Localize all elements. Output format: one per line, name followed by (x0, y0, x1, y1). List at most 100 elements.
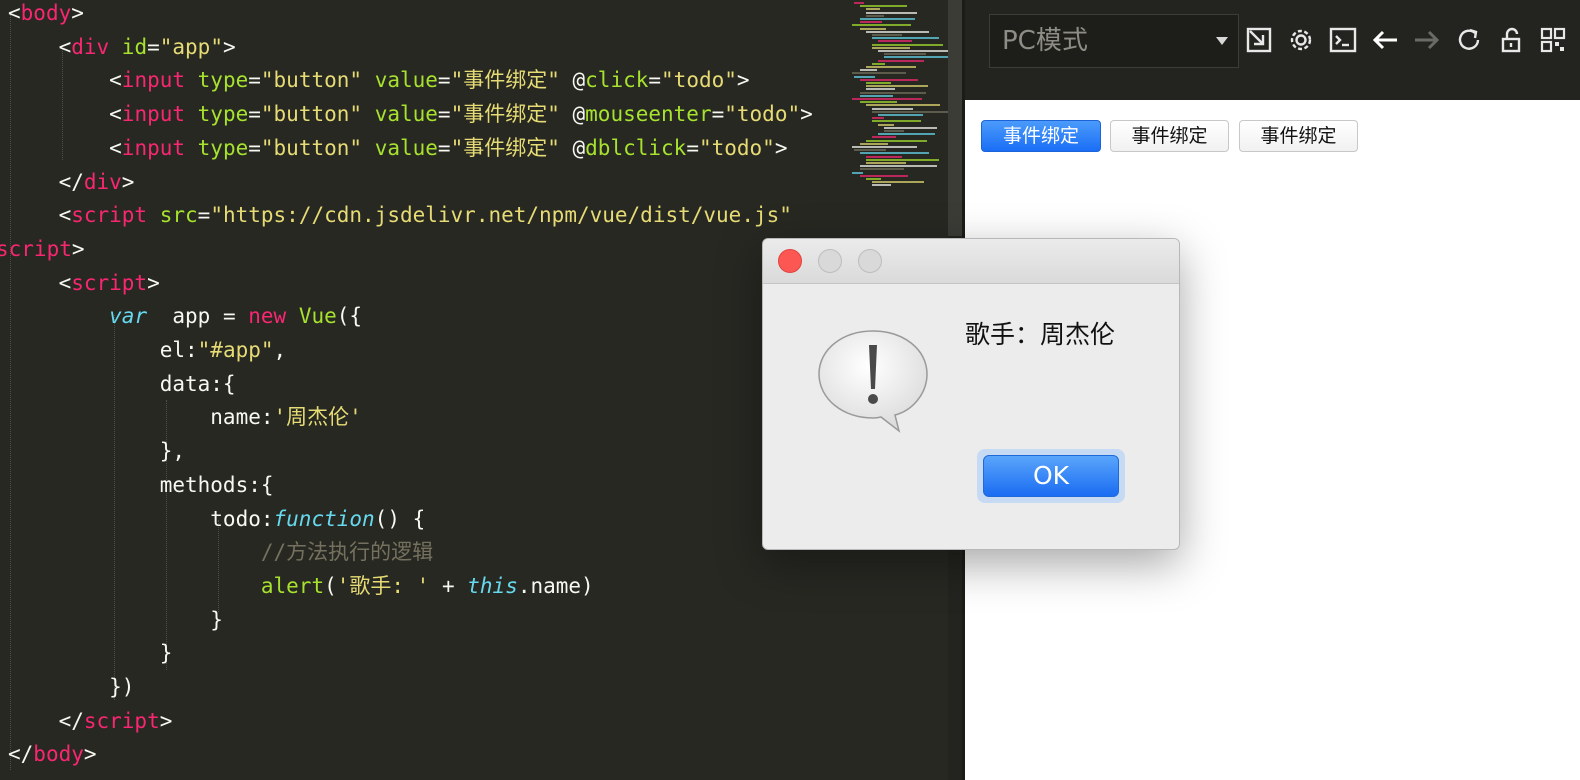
code-token: < (8, 135, 122, 160)
minimap-line (878, 59, 924, 62)
minimap-line (872, 110, 948, 113)
minimap-line (860, 21, 882, 24)
minimap-line (878, 123, 894, 126)
code-token: "todo" (724, 102, 801, 127)
code-token: = (437, 68, 451, 93)
event-button-click[interactable]: 事件绑定 (981, 120, 1101, 152)
code-line: <input type="button" value="事件绑定" @dblcl… (8, 131, 787, 165)
minimap-line (854, 2, 864, 4)
alert-dialog: 歌手：周杰伦 OK (762, 238, 1180, 550)
minimap-line (872, 46, 910, 49)
code-token: = (248, 68, 261, 93)
code-token: src (147, 203, 198, 228)
code-line: </div> (8, 165, 135, 199)
code-line: </body> (8, 737, 97, 771)
code-token: "#app" (197, 338, 274, 362)
code-line: methods:{ (8, 468, 274, 502)
minimap-line (860, 152, 929, 155)
minimap-line (866, 11, 917, 14)
code-token: input (121, 68, 186, 93)
code-token: @ (559, 135, 586, 160)
code-token: > (71, 236, 85, 261)
minimap-line (866, 8, 880, 11)
code-token: "https://cdn.jsdelivr.net/npm/vue/dist/v… (210, 203, 792, 228)
code-token: < (8, 102, 122, 127)
minimap[interactable] (848, 0, 948, 200)
code-token: value (362, 135, 438, 160)
dialog-titlebar[interactable] (763, 239, 1179, 284)
minimap-line (852, 146, 917, 148)
code-token: script (71, 203, 148, 228)
code-token: </ (8, 742, 34, 767)
code-token: @ (559, 102, 586, 127)
close-button[interactable] (778, 249, 802, 273)
code-token: } (8, 607, 223, 632)
code-token: div (71, 34, 110, 59)
code-token: name: (8, 405, 274, 430)
ok-button[interactable]: OK (983, 455, 1119, 497)
minimap-line (872, 34, 902, 36)
code-token: > (736, 68, 750, 93)
back-arrow-icon[interactable] (1369, 24, 1401, 56)
minimap-line (852, 171, 863, 174)
minimize-button[interactable] (818, 249, 842, 273)
code-line: <script src="https://cdn.jsdelivr.net/np… (8, 198, 792, 232)
code-token: .name) (517, 573, 594, 598)
code-token: body (20, 1, 72, 25)
code-token: script (0, 236, 72, 261)
minimap-line (866, 158, 939, 161)
minimap-line (872, 136, 896, 139)
code-token: = (686, 135, 699, 160)
code-token: data:{ (8, 371, 236, 396)
code-token: input (121, 102, 186, 127)
code-token: < (8, 203, 72, 228)
minimap-line (860, 78, 918, 81)
event-button-mouseenter[interactable]: 事件绑定 (1110, 120, 1229, 152)
code-line: }) (8, 670, 134, 704)
code-token: app = (147, 304, 249, 329)
minimap-line (854, 149, 886, 152)
code-token: = (437, 135, 451, 160)
alert-icon (815, 327, 931, 435)
minimap-line (866, 30, 929, 33)
event-button-dblclick[interactable]: 事件绑定 (1239, 120, 1358, 152)
chevron-down-icon (1216, 37, 1228, 45)
minimap-line (872, 117, 884, 120)
code-line: todo:function() { (8, 502, 425, 536)
forward-arrow-icon[interactable] (1411, 24, 1443, 56)
code-token: methods:{ (8, 472, 274, 497)
unlock-icon[interactable] (1495, 24, 1527, 56)
dialog-message: 歌手：周杰伦 (965, 320, 1116, 349)
maximize-button[interactable] (858, 249, 882, 273)
minimap-line (866, 66, 916, 68)
code-line: }, (8, 434, 185, 468)
mode-select[interactable]: PC模式 (989, 14, 1239, 68)
code-token: body (33, 742, 84, 767)
code-token: < (8, 270, 72, 295)
code-token: mouseenter (585, 102, 712, 127)
code-token: </ (8, 169, 84, 194)
code-line: el:"#app", (8, 333, 286, 367)
minimap-line (860, 168, 904, 171)
code-token: = (437, 102, 451, 127)
terminal-icon[interactable] (1327, 24, 1359, 56)
minimap-line (872, 184, 891, 187)
resize-icon[interactable] (1243, 24, 1275, 56)
code-line: </script> (8, 704, 173, 738)
minimap-line (878, 114, 923, 116)
editor-scrollbar-thumb[interactable] (948, 0, 962, 236)
minimap-line (884, 56, 948, 59)
qr-code-icon[interactable] (1537, 24, 1569, 56)
code-token: }) (8, 675, 135, 699)
refresh-icon[interactable] (1453, 24, 1485, 56)
gear-icon[interactable] (1285, 24, 1317, 56)
code-token: "button" (260, 135, 363, 160)
minimap-line (860, 101, 897, 104)
code-token: = (648, 68, 662, 93)
code-token: > (147, 270, 160, 295)
minimap-line (872, 37, 939, 40)
